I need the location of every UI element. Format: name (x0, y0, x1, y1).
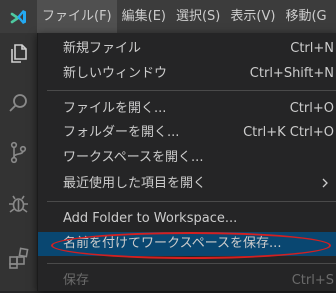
menu-item-new-file[interactable]: 新規ファイル Ctrl+N (38, 37, 336, 61)
menu-item-shortcut: Ctrl+S (291, 273, 334, 288)
menu-item-open-folder[interactable]: フォルダーを開く... Ctrl+K Ctrl+O (38, 121, 336, 145)
extensions-icon[interactable] (6, 246, 31, 271)
menu-item-shortcut: Ctrl+O (289, 101, 334, 116)
menu-edit[interactable]: 編集(E) (117, 0, 171, 33)
menu-item-save-workspace-as[interactable]: 名前を付けてワークスペースを保存... (38, 232, 336, 256)
explorer-icon[interactable] (6, 41, 31, 66)
chevron-right-icon (321, 176, 329, 194)
menu-item-shortcut: Ctrl+K Ctrl+O (243, 125, 334, 140)
menu-item-open-recent[interactable]: 最近使用した項目を開く (38, 172, 336, 196)
menu-item-label: ファイルを開く... (63, 101, 167, 116)
menu-item-save[interactable]: 保存 Ctrl+S (38, 269, 336, 293)
debug-icon[interactable] (6, 191, 31, 216)
menu-separator (47, 90, 336, 91)
menu-item-shortcut: Ctrl+N (290, 41, 334, 56)
menu-item-new-window[interactable]: 新しいウィンドウ Ctrl+Shift+N (38, 62, 336, 86)
menu-separator (47, 201, 336, 202)
menu-item-label: 新規ファイル (63, 41, 142, 56)
menu-bar: ファイル(F) 編集(E) 選択(S) 表示(V) 移動(G (0, 0, 336, 33)
menu-item-add-folder-to-workspace[interactable]: Add Folder to Workspace... (38, 207, 336, 231)
menu-item-label: Add Folder to Workspace... (63, 211, 238, 226)
menu-item-shortcut: Ctrl+Shift+N (249, 66, 334, 81)
menu-item-label: 保存 (63, 273, 90, 288)
menu-item-label: ワークスペースを開く... (63, 150, 204, 165)
search-icon[interactable] (6, 91, 31, 116)
menu-item-open-file[interactable]: ファイルを開く... Ctrl+O (38, 97, 336, 121)
activity-bar (0, 33, 37, 291)
menu-go[interactable]: 移動(G (280, 0, 331, 33)
menu-item-open-workspace[interactable]: ワークスペースを開く... (38, 146, 336, 170)
menu-separator (47, 263, 336, 264)
menu-file[interactable]: ファイル(F) (37, 0, 117, 33)
menu-item-label: 名前を付けてワークスペースを保存... (63, 236, 282, 251)
menu-item-label: 最近使用した項目を開く (63, 176, 207, 191)
menu-selection[interactable]: 選択(S) (171, 0, 225, 33)
vscode-logo-icon (0, 0, 37, 33)
source-control-icon[interactable] (6, 140, 31, 165)
menu-view[interactable]: 表示(V) (225, 0, 280, 33)
file-menu-dropdown: 新規ファイル Ctrl+N 新しいウィンドウ Ctrl+Shift+N ファイル… (37, 33, 336, 291)
menu-item-label: フォルダーを開く... (63, 125, 180, 140)
menu-item-label: 新しいウィンドウ (63, 66, 168, 81)
